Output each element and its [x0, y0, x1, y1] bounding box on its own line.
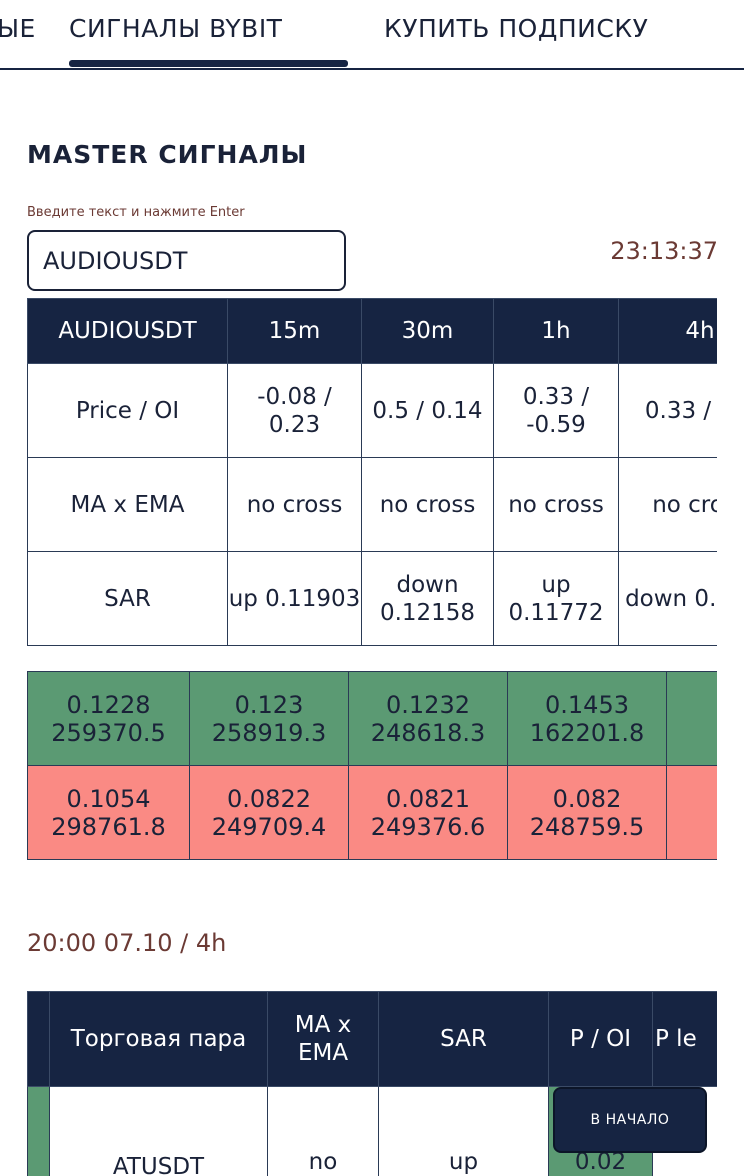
timeframe-header: 30m — [361, 298, 494, 364]
level-cell: 0.0821 249376.6 — [348, 765, 508, 860]
timeframe-header: 15m — [227, 298, 362, 364]
signals-header-row: Торговая пара MA x EMA SAR P / OI P le — [27, 991, 717, 1087]
indicators-table-container[interactable]: AUDIOUSDT 15m 30m 1h 4h Price / OI -0.08… — [27, 298, 717, 646]
indicator-cell: -0.08 / 0.23 — [227, 363, 362, 458]
timeframe-header: 4h — [618, 298, 717, 364]
pair-cell: ATUSDT — [49, 1086, 268, 1176]
indicator-cell: down 0.1378 — [618, 551, 717, 646]
row-label: Price / OI — [27, 363, 228, 458]
indicator-cell: no cross — [227, 457, 362, 552]
timeframe-header: 1h — [493, 298, 619, 364]
status-column-header — [27, 991, 50, 1087]
active-tab-indicator — [69, 60, 348, 67]
indicator-cell: up 0.11772 — [493, 551, 619, 646]
top-tab-bar: ЫЕ СИГНАЛЫ BYBIT КУПИТЬ ПОДПИСКУ — [0, 0, 744, 70]
tab-bybit-signals[interactable]: СИГНАЛЫ BYBIT — [69, 14, 282, 43]
indicator-cell: up 0.11903 — [227, 551, 362, 646]
signal-status-cell — [27, 1086, 50, 1176]
level-cell: 0.1232 248618.3 — [348, 671, 508, 766]
signals-section-date: 20:00 07.10 / 4h — [27, 929, 227, 957]
search-input[interactable] — [27, 230, 346, 291]
level-cell: 0.1453 162201.8 — [507, 671, 667, 766]
level-cell: 0.1228 259370.5 — [27, 671, 190, 766]
row-label: MA x EMA — [27, 457, 228, 552]
page-title: MASTER СИГНАЛЫ — [27, 140, 308, 169]
support-row: 0.1054 298761.8 0.0822 249709.4 0.0821 2493… — [27, 765, 717, 860]
level-cell: 0.082 248759.5 — [507, 765, 667, 860]
indicators-header-row: AUDIOUSDT 15m 30m 1h 4h — [27, 298, 717, 364]
indicator-cell: 0.33 / 0.9 — [618, 363, 717, 458]
price-level-column-header: P le — [652, 991, 717, 1087]
pair-column-header: Торговая пара — [49, 991, 268, 1087]
indicator-row-sar: SAR up 0.11903 down 0.12158 up 0.11772 d… — [27, 551, 717, 646]
indicator-cell: down 0.12158 — [361, 551, 494, 646]
level-cell: 024 — [666, 765, 717, 860]
ma-ema-column-header: MA x EMA — [267, 991, 379, 1087]
resistance-row: 0.1228 259370.5 0.123 258919.3 0.1232 24861… — [27, 671, 717, 766]
indicator-cell: no cross — [618, 457, 717, 552]
back-to-top-button[interactable]: В НАЧАЛО — [553, 1087, 707, 1153]
clock: 23:13:37 — [610, 237, 718, 265]
levels-table: 0.1228 259370.5 0.123 258919.3 0.1232 24861… — [27, 671, 717, 860]
level-cell: 0.123 258919.3 — [189, 671, 349, 766]
p-oi-column-header: P / OI — [548, 991, 653, 1087]
level-cell: 0.1054 298761.8 — [27, 765, 190, 860]
indicator-cell: no cross — [361, 457, 494, 552]
row-label: SAR — [27, 551, 228, 646]
level-cell: 0.0822 249709.4 — [189, 765, 349, 860]
ma-ema-cell: no — [267, 1086, 379, 1176]
indicator-cell: 0.33 / -0.59 — [493, 363, 619, 458]
indicator-cell: no cross — [493, 457, 619, 552]
sar-cell: up — [378, 1086, 549, 1176]
indicator-row-ma-ema: MA x EMA no cross no cross no cross no c… — [27, 457, 717, 552]
search-hint: Введите текст и нажмите Enter — [27, 205, 245, 220]
indicator-cell: 0.5 / 0.14 — [361, 363, 494, 458]
sar-column-header: SAR — [378, 991, 549, 1087]
level-cell: 051 — [666, 671, 717, 766]
levels-table-container[interactable]: 0.1228 259370.5 0.123 258919.3 0.1232 24861… — [27, 671, 717, 860]
tab-buy-subscription[interactable]: КУПИТЬ ПОДПИСКУ — [384, 14, 648, 43]
tab-previous[interactable]: ЫЕ — [0, 14, 36, 43]
indicators-table: AUDIOUSDT 15m 30m 1h 4h Price / OI -0.08… — [27, 298, 717, 646]
symbol-header: AUDIOUSDT — [27, 298, 228, 364]
indicator-row-price-oi: Price / OI -0.08 / 0.23 0.5 / 0.14 0.33 … — [27, 363, 717, 458]
